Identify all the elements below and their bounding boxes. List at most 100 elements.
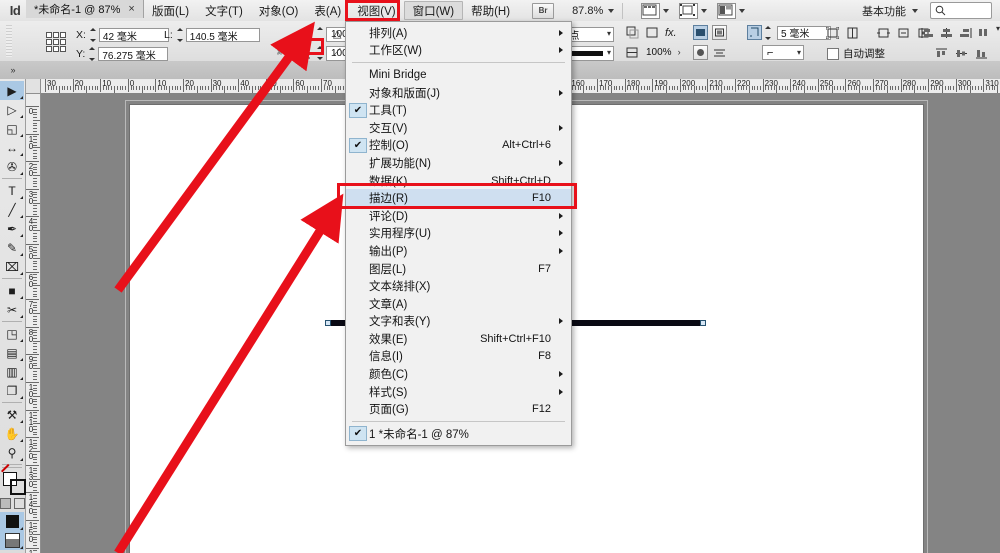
- length-field[interactable]: 140.5 毫米: [186, 28, 260, 42]
- menu-item-15[interactable]: 文章(A): [346, 295, 571, 313]
- close-icon[interactable]: ×: [128, 3, 134, 15]
- vertical-ruler[interactable]: 0102030405060708090100110120130140150160: [26, 93, 41, 553]
- menu-item-18[interactable]: 信息(I)F8: [346, 348, 571, 366]
- menu-item-21[interactable]: 页面(G)F12: [346, 400, 571, 418]
- menu-item-2[interactable]: Mini Bridge: [346, 66, 571, 84]
- corner-size-stepper[interactable]: [765, 26, 773, 40]
- zoom-level-display[interactable]: 87.8%: [572, 5, 603, 17]
- gradient-feather-tool[interactable]: ▥: [0, 362, 24, 381]
- workspace-dropdown-icon[interactable]: [912, 9, 918, 13]
- menu-item-16[interactable]: 文字和表(Y): [346, 313, 571, 331]
- tool-expand-icon[interactable]: [20, 458, 23, 461]
- tool-expand-icon[interactable]: [20, 172, 23, 175]
- view-mode-dropdown-icon[interactable]: [701, 9, 707, 13]
- pencil-tool[interactable]: ✎: [0, 238, 24, 257]
- align-top-icon[interactable]: [934, 46, 949, 61]
- arrange-documents-dropdown-icon[interactable]: [739, 9, 745, 13]
- tool-expand-icon[interactable]: [20, 396, 23, 399]
- screen-mode-dropdown-icon[interactable]: [663, 9, 669, 13]
- x-stepper[interactable]: [90, 28, 98, 42]
- menu-item-7[interactable]: 扩展功能(N): [346, 154, 571, 172]
- tool-expand-icon[interactable]: [20, 439, 23, 442]
- align-more-icon[interactable]: ▾: [996, 25, 1000, 40]
- normal-view-mode-tool[interactable]: [0, 512, 24, 531]
- apply-none-icon[interactable]: [14, 498, 25, 509]
- opacity-expand-icon[interactable]: ›: [678, 48, 681, 57]
- zoom-dropdown-icon[interactable]: [608, 9, 614, 13]
- align-right-icon[interactable]: [958, 25, 973, 40]
- tool-expand-icon[interactable]: [20, 96, 23, 99]
- direct-selection-tool[interactable]: ▷: [0, 100, 24, 119]
- stroke-swatch[interactable]: [10, 479, 26, 495]
- menu-bar-item-3[interactable]: 文字(T): [197, 1, 251, 20]
- distribute-icon[interactable]: [977, 25, 992, 40]
- rotate-icon[interactable]: ⟋: [333, 47, 341, 60]
- gap-tool[interactable]: ↔: [0, 138, 24, 157]
- proxy-point[interactable]: [53, 46, 59, 52]
- y-field[interactable]: 76.275 毫米: [98, 47, 168, 61]
- opacity-icon[interactable]: [645, 25, 660, 40]
- selection-handle-right[interactable]: [700, 320, 706, 326]
- align-bottom-icon[interactable]: [974, 46, 989, 61]
- menu-item-10[interactable]: 评论(D): [346, 207, 571, 225]
- control-bar-grip[interactable]: [6, 25, 12, 57]
- arrange-documents-icon[interactable]: [717, 3, 736, 19]
- tool-expand-icon[interactable]: [20, 234, 23, 237]
- page-tool[interactable]: ◱: [0, 119, 24, 138]
- type-tool[interactable]: T: [0, 181, 24, 200]
- tool-expand-icon[interactable]: [20, 339, 23, 342]
- menu-bar-item-7[interactable]: 窗口(W): [404, 1, 464, 20]
- proxy-point[interactable]: [46, 46, 52, 52]
- tool-expand-icon[interactable]: [20, 315, 23, 318]
- fit-content-proportionally-icon[interactable]: [825, 25, 840, 40]
- tool-expand-icon[interactable]: [20, 420, 23, 423]
- corner-style-combo[interactable]: ⌐▾: [762, 45, 804, 60]
- menu-bar-item-8[interactable]: 帮助(H): [463, 1, 518, 20]
- auto-fit-checkbox[interactable]: [827, 48, 839, 60]
- menu-bar-item-4[interactable]: 对象(O): [251, 1, 307, 20]
- menu-item-6[interactable]: ✔控制(O)Alt+Ctrl+6: [346, 137, 571, 155]
- fill-frame-proportionally-icon[interactable]: [845, 25, 860, 40]
- menu-item-22[interactable]: ✔1 *未命名-1 @ 87%: [346, 425, 571, 443]
- fit-frame-to-content-icon[interactable]: [876, 25, 891, 40]
- window-menu-dropdown[interactable]: 排列(A)工作区(W)Mini Bridge对象和版面(J)✔工具(T)交互(V…: [345, 21, 572, 446]
- menu-item-0[interactable]: 排列(A): [346, 24, 571, 42]
- menu-item-1[interactable]: 工作区(W): [346, 42, 571, 60]
- frame-tool[interactable]: ⌧: [0, 257, 24, 276]
- search-input[interactable]: [946, 4, 986, 17]
- tool-expand-icon[interactable]: [20, 134, 23, 137]
- fill-stroke-swatches[interactable]: [0, 470, 26, 496]
- menu-item-3[interactable]: 对象和版面(J): [346, 84, 571, 102]
- align-middle-icon[interactable]: [954, 46, 969, 61]
- bridge-button[interactable]: Br: [532, 3, 554, 19]
- tool-expand-icon[interactable]: [20, 253, 23, 256]
- align-icon-3[interactable]: [693, 45, 708, 60]
- pen-tool[interactable]: ✒: [0, 219, 24, 238]
- screen-mode-icon[interactable]: [641, 3, 660, 19]
- align-center-icon[interactable]: [939, 25, 954, 40]
- document-tab[interactable]: *未命名-1 @ 87% ×: [26, 0, 144, 18]
- align-left-icon[interactable]: [920, 25, 935, 40]
- fx-icon[interactable]: fx.: [665, 27, 677, 39]
- menu-item-11[interactable]: 实用程序(U): [346, 225, 571, 243]
- view-mode-icon[interactable]: [679, 3, 698, 19]
- line-tool[interactable]: ╱: [0, 200, 24, 219]
- panel-dock-expand-button[interactable]: »: [0, 61, 26, 79]
- scissors-tool[interactable]: ✂: [0, 300, 24, 319]
- tool-expand-icon[interactable]: [20, 377, 23, 380]
- menu-item-5[interactable]: 交互(V): [346, 119, 571, 137]
- free-transform-tool[interactable]: ◳: [0, 324, 24, 343]
- tool-expand-icon[interactable]: [20, 115, 23, 118]
- fit-content-to-frame-icon[interactable]: [896, 25, 911, 40]
- reference-point-proxy[interactable]: [46, 32, 66, 52]
- proxy-point[interactable]: [46, 32, 52, 38]
- menu-item-13[interactable]: 图层(L)F7: [346, 260, 571, 278]
- y-stepper[interactable]: [89, 47, 97, 61]
- search-box[interactable]: [930, 2, 992, 19]
- menu-item-14[interactable]: 文本绕排(X): [346, 277, 571, 295]
- proxy-point[interactable]: [53, 39, 59, 45]
- constrain-proportions-icon[interactable]: ⛓: [275, 43, 289, 56]
- tool-expand-icon[interactable]: [20, 153, 23, 156]
- tool-expand-icon[interactable]: [20, 272, 23, 275]
- menu-bar-item-2[interactable]: 版面(L): [144, 1, 197, 20]
